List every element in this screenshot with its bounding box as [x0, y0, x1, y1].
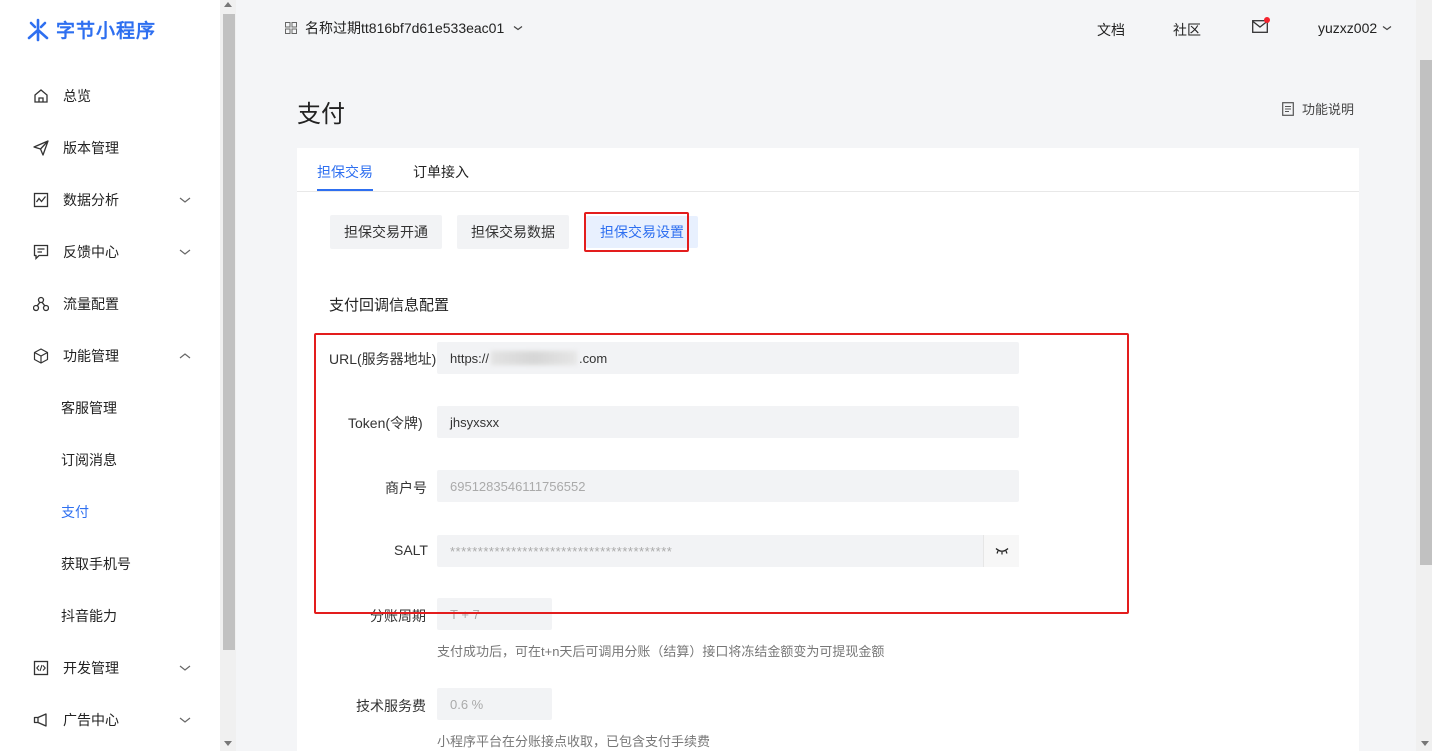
token-label: Token(令牌)	[348, 415, 423, 431]
fee-input[interactable]: 0.6 %	[437, 688, 552, 720]
url-prefix: https://	[450, 350, 490, 366]
scroll-down-arrow-icon[interactable]	[1421, 741, 1429, 746]
url-label: URL(服务器地址)	[329, 351, 437, 367]
sidebar-scroll-thumb[interactable]	[223, 14, 235, 650]
community-link[interactable]: 社区	[1173, 20, 1201, 40]
sidebar-item-label: 流量配置	[63, 296, 119, 312]
period-help-text: 支付成功后，可在t+n天后可调用分账（结算）接口将冻结金额变为可提现金额	[437, 644, 885, 659]
chevron-up-icon	[179, 353, 191, 359]
megaphone-icon	[32, 711, 50, 729]
sidebar-item-label: 订阅消息	[61, 452, 117, 468]
sidebar-item-subscription[interactable]: 订阅消息	[0, 440, 220, 480]
sidebar-item-douyin[interactable]: 抖音能力	[0, 596, 220, 636]
eye-closed-icon	[995, 548, 1008, 555]
sidebar-item-label: 抖音能力	[61, 608, 117, 624]
app-selector[interactable]: 名称过期tt816bf7d61e533eac01	[285, 18, 524, 38]
sidebar-item-label: 支付	[61, 504, 89, 520]
notification-dot	[1264, 17, 1270, 23]
main-scroll-thumb[interactable]	[1420, 60, 1432, 565]
salt-label: SALT	[394, 542, 428, 558]
period-label: 分账周期	[370, 608, 426, 624]
sidebar-item-customer-service[interactable]: 客服管理	[0, 388, 220, 428]
brand-logo[interactable]: 字节小程序	[26, 16, 156, 43]
func-desc-label: 功能说明	[1302, 102, 1355, 117]
redacted-text	[491, 351, 578, 365]
sidebar-item-features[interactable]: 功能管理	[0, 336, 220, 376]
chevron-down-icon	[179, 249, 191, 255]
sidebar-item-traffic[interactable]: 流量配置	[0, 284, 220, 324]
sidebar-item-version[interactable]: 版本管理	[0, 128, 220, 168]
token-input[interactable]: jhsyxsxx	[437, 406, 1019, 438]
merchant-label: 商户号	[385, 480, 427, 496]
scroll-up-arrow-icon[interactable]	[224, 2, 232, 7]
sidebar-item-label: 客服管理	[61, 400, 117, 416]
chart-icon	[32, 191, 50, 209]
toggle-visibility-button[interactable]	[983, 535, 1019, 567]
sidebar-item-overview[interactable]: 总览	[0, 76, 220, 116]
document-icon	[1282, 101, 1294, 116]
chevron-down-icon	[513, 26, 523, 31]
brand-name: 字节小程序	[56, 21, 157, 42]
app-grid-icon	[285, 22, 297, 34]
sidebar-item-label: 获取手机号	[61, 556, 131, 572]
func-desc-link[interactable]: 功能说明	[1282, 99, 1354, 118]
sidebar-item-label: 总览	[63, 88, 91, 104]
username: yuzxz002	[1318, 20, 1378, 36]
sidebar-item-label: 版本管理	[63, 140, 119, 156]
sidebar-item-label: 功能管理	[63, 348, 119, 364]
salt-input[interactable]: ****************************************	[437, 535, 1019, 567]
tab-escrow[interactable]: 担保交易	[317, 162, 373, 182]
fee-help-text: 小程序平台在分账接点收取，已包含支付手续费	[437, 734, 711, 749]
scroll-down-arrow-icon[interactable]	[224, 741, 232, 746]
sidebar-item-dev[interactable]: 开发管理	[0, 648, 220, 688]
tab-order-access[interactable]: 订单接入	[413, 162, 469, 182]
sidebar-item-payment[interactable]: 支付	[0, 492, 220, 532]
sidebar-item-label: 反馈中心	[63, 244, 119, 260]
section-title: 支付回调信息配置	[329, 297, 450, 314]
tabs-divider	[297, 191, 1359, 192]
subtab-escrow-data[interactable]: 担保交易数据	[457, 215, 569, 249]
subtab-escrow-settings[interactable]: 担保交易设置	[586, 216, 698, 248]
url-suffix: .com	[579, 350, 608, 366]
period-input[interactable]: T + 7	[437, 598, 552, 630]
app-name: 名称过期tt816bf7d61e533eac01	[305, 20, 505, 36]
send-icon	[32, 139, 50, 157]
sidebar-item-label: 广告中心	[63, 712, 119, 728]
sidebar-item-analytics[interactable]: 数据分析	[0, 180, 220, 220]
user-menu[interactable]: yuzxz002	[1318, 20, 1393, 36]
chevron-down-icon	[179, 665, 191, 671]
home-icon	[32, 87, 50, 105]
message-icon	[32, 243, 50, 261]
chevron-down-icon	[1382, 26, 1392, 31]
share-icon	[32, 295, 50, 313]
chevron-down-icon	[179, 717, 191, 723]
sidebar-item-label: 开发管理	[63, 660, 119, 676]
sidebar-item-label: 数据分析	[63, 192, 119, 208]
sidebar-item-feedback[interactable]: 反馈中心	[0, 232, 220, 272]
tab-active-indicator	[317, 189, 373, 191]
brand-logo-icon	[27, 18, 49, 41]
fee-label: 技术服务费	[356, 698, 426, 714]
sidebar-item-phone[interactable]: 获取手机号	[0, 544, 220, 584]
merchant-input[interactable]: 69512835461117565​52	[437, 470, 1019, 502]
sidebar: 字节小程序 总览 版本管理 数据分析 反馈中心 流量配置 功能管理 客服管理 订…	[0, 0, 220, 751]
code-icon	[32, 659, 50, 677]
sidebar-item-ads[interactable]: 广告中心	[0, 700, 220, 740]
subtab-escrow-open[interactable]: 担保交易开通	[330, 215, 442, 249]
chevron-down-icon	[179, 197, 191, 203]
page-title: 支付	[297, 101, 345, 128]
url-input[interactable]: https:// .com	[437, 342, 1019, 374]
docs-link[interactable]: 文档	[1097, 20, 1125, 40]
cube-icon	[32, 347, 50, 365]
